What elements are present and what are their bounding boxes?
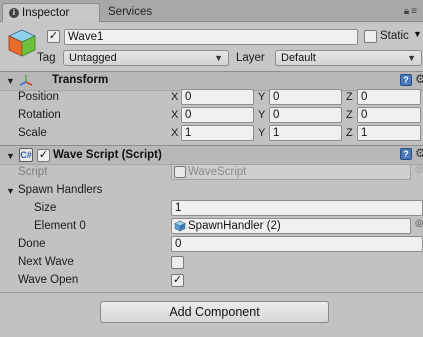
object-picker-icon: ◎ bbox=[415, 164, 423, 175]
scale-y-axis-label[interactable]: Y bbox=[258, 127, 265, 139]
static-checkbox[interactable] bbox=[364, 30, 377, 43]
done-field[interactable]: 0 bbox=[171, 236, 423, 252]
element0-field[interactable]: SpawnHandler (2) bbox=[171, 218, 411, 234]
element0-label: Element 0 bbox=[34, 220, 86, 232]
position-x-field[interactable]: 0 bbox=[181, 89, 254, 105]
menu-icon[interactable]: ≡ bbox=[411, 6, 419, 17]
wave-open-checkbox[interactable] bbox=[171, 274, 184, 287]
position-z-field[interactable]: 0 bbox=[357, 89, 421, 105]
tab-bar: i Inspector Services 🔒︎≡ bbox=[0, 0, 423, 22]
rotation-z-axis-label[interactable]: Z bbox=[346, 109, 353, 121]
object-picker-icon[interactable]: ◎ bbox=[415, 218, 423, 229]
tab-inspector[interactable]: i Inspector bbox=[2, 3, 100, 22]
transform-axis-icon bbox=[19, 75, 33, 86]
scale-y-field[interactable]: 1 bbox=[269, 125, 342, 141]
scale-x-field[interactable]: 1 bbox=[181, 125, 254, 141]
window-options[interactable]: 🔒︎≡ bbox=[404, 6, 419, 17]
foldout-arrow-icon[interactable]: ▼ bbox=[6, 186, 15, 196]
position-y-axis-label[interactable]: Y bbox=[258, 91, 265, 103]
script-field: WaveScript bbox=[171, 164, 411, 180]
done-label: Done bbox=[18, 238, 46, 250]
position-z-axis-label[interactable]: Z bbox=[346, 91, 353, 103]
foldout-arrow-icon[interactable]: ▼ bbox=[6, 76, 15, 86]
next-wave-label: Next Wave bbox=[18, 256, 74, 268]
rotation-label: Rotation bbox=[18, 109, 61, 121]
spawn-handlers-label[interactable]: Spawn Handlers bbox=[18, 184, 102, 196]
layer-label: Layer bbox=[236, 52, 265, 64]
position-label: Position bbox=[18, 91, 59, 103]
prefab-cube-icon bbox=[174, 220, 186, 232]
position-y-field[interactable]: 0 bbox=[269, 89, 342, 105]
tag-value: Untagged bbox=[69, 52, 117, 64]
info-icon: i bbox=[9, 7, 19, 18]
next-wave-checkbox[interactable] bbox=[171, 256, 184, 269]
wave-script-title: Wave Script (Script) bbox=[53, 149, 162, 161]
script-file-icon bbox=[174, 166, 186, 178]
chevron-down-icon: ▼ bbox=[214, 53, 223, 63]
rotation-x-field[interactable]: 0 bbox=[181, 107, 254, 123]
script-label: Script bbox=[18, 166, 48, 178]
layer-value: Default bbox=[281, 52, 316, 64]
rotation-x-axis-label[interactable]: X bbox=[171, 109, 178, 121]
gear-icon[interactable]: ⚙ bbox=[415, 72, 423, 86]
tag-dropdown[interactable]: Untagged ▼ bbox=[63, 50, 229, 66]
tag-label: Tag bbox=[37, 52, 56, 64]
wave-script-enabled-checkbox[interactable] bbox=[37, 149, 50, 162]
gear-icon[interactable]: ⚙ bbox=[415, 146, 423, 160]
static-dropdown-icon[interactable]: ▼ bbox=[413, 29, 422, 39]
add-component-button[interactable]: Add Component bbox=[100, 301, 329, 323]
active-checkbox[interactable] bbox=[47, 30, 60, 43]
rotation-y-field[interactable]: 0 bbox=[269, 107, 342, 123]
size-label: Size bbox=[34, 202, 57, 214]
size-field[interactable]: 1 bbox=[171, 200, 423, 216]
divider bbox=[0, 292, 423, 293]
script-value: WaveScript bbox=[188, 166, 247, 178]
static-label: Static bbox=[380, 30, 409, 42]
tab-services[interactable]: Services bbox=[102, 3, 182, 22]
help-icon[interactable]: ? bbox=[400, 148, 412, 160]
chevron-down-icon: ▼ bbox=[407, 53, 416, 63]
scale-x-axis-label[interactable]: X bbox=[171, 127, 178, 139]
scale-label: Scale bbox=[18, 127, 47, 139]
foldout-arrow-icon[interactable]: ▼ bbox=[6, 151, 15, 161]
element0-value: SpawnHandler (2) bbox=[188, 220, 281, 232]
gameobject-cube-icon bbox=[8, 29, 36, 57]
rotation-y-axis-label[interactable]: Y bbox=[258, 109, 265, 121]
inspector-window: iInspector Services 🔒︎≡ Wave1 Static ▼ T… bbox=[0, 0, 423, 337]
wave-open-label: Wave Open bbox=[18, 274, 79, 286]
layer-dropdown[interactable]: Default ▼ bbox=[275, 50, 422, 66]
scale-z-axis-label[interactable]: Z bbox=[346, 127, 353, 139]
csharp-script-icon: C# bbox=[19, 148, 33, 162]
tab-inspector-label: Inspector bbox=[22, 7, 70, 19]
position-x-axis-label[interactable]: X bbox=[171, 91, 178, 103]
scale-z-field[interactable]: 1 bbox=[357, 125, 421, 141]
tab-services-label: Services bbox=[108, 6, 153, 18]
transform-title: Transform bbox=[52, 74, 109, 86]
gameobject-name-field[interactable]: Wave1 bbox=[64, 29, 358, 45]
help-icon[interactable]: ? bbox=[400, 74, 412, 86]
rotation-z-field[interactable]: 0 bbox=[357, 107, 421, 123]
